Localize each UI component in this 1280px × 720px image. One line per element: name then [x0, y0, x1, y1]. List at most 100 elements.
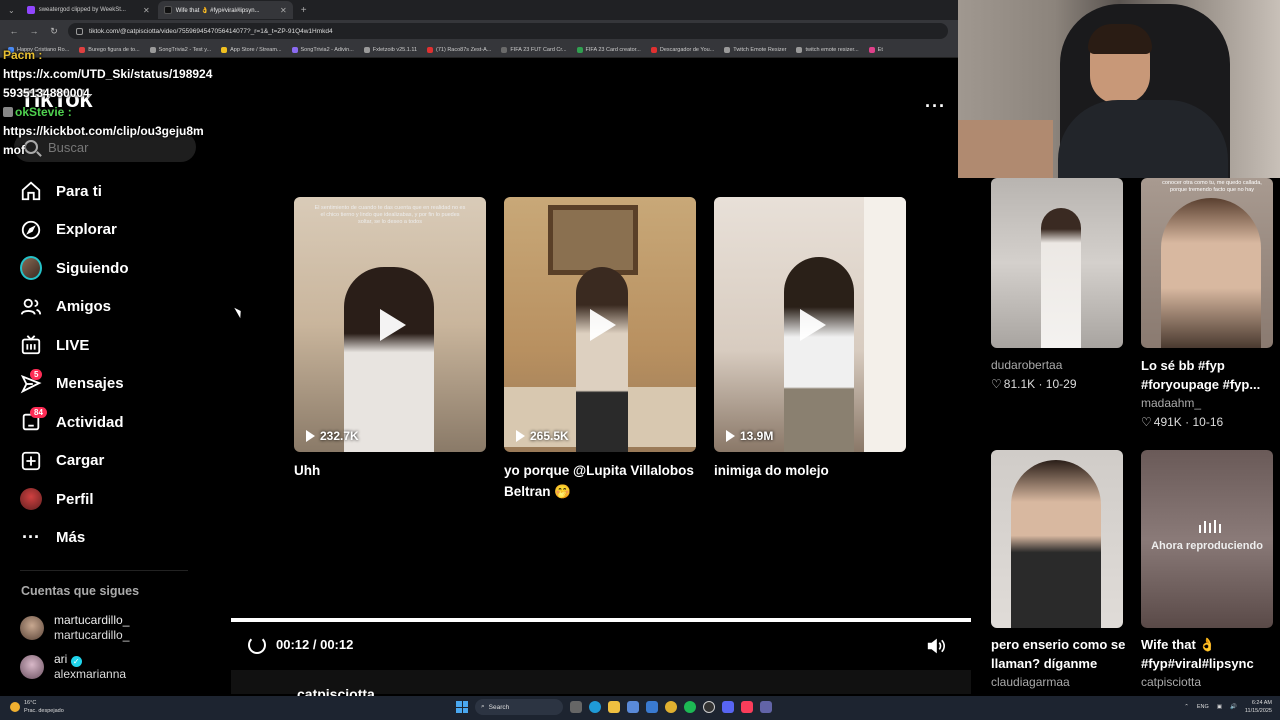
play-icon[interactable]	[590, 308, 616, 341]
bookmark-item[interactable]: Twitch Emote Resizer	[724, 46, 786, 53]
address-bar[interactable]: tiktok.com/@catpisciotta/video/755969454…	[68, 23, 948, 39]
language-indicator[interactable]: ENG	[1197, 704, 1209, 710]
more-options-icon[interactable]: ···	[925, 96, 946, 117]
bookmark-item[interactable]: FIFA 23 FUT Card Cr...	[501, 46, 567, 53]
sidebar-item-cargar[interactable]: Cargar	[20, 442, 200, 481]
tab-close-icon[interactable]: ✕	[280, 6, 287, 15]
sidebar-item-actividad[interactable]: 84 Actividad	[20, 403, 200, 442]
sidebar-item-para-ti[interactable]: Para ti	[20, 172, 200, 211]
replay-icon[interactable]	[248, 636, 266, 654]
bookmark-label: Et	[877, 46, 883, 53]
sidebar-item-siguiendo[interactable]: Siguiendo	[20, 249, 200, 288]
sidebar-item-label: Mensajes	[56, 375, 124, 393]
followed-account[interactable]: ari ✓ alexmarianna	[20, 652, 126, 682]
system-tray: ⌃ ENG ▣ 🔊 6:24 AM 11/15/2025	[1184, 699, 1272, 715]
clock-time: 6:24 AM	[1251, 700, 1272, 706]
suggested-video-title[interactable]: inimiga do molejo	[714, 460, 914, 481]
sidebar-item-amigos[interactable]: Amigos	[20, 288, 200, 327]
suggested-video-title[interactable]: Uhh	[294, 460, 494, 481]
bookmark-item[interactable]: (71) Raco87s Zest-A...	[427, 46, 492, 53]
recommended-video-thumbnail[interactable]	[991, 178, 1123, 348]
sidebar-item-explorar[interactable]: Explorar	[20, 211, 200, 250]
recommended-video-info[interactable]: Wife that 👌 #fyp#viral#lipsync catpiscio…	[1141, 635, 1280, 692]
tab-menu-chevron-icon[interactable]: ⌄	[4, 6, 19, 15]
recommended-video-thumbnail-now-playing[interactable]: Ahora reproduciendo	[1141, 450, 1273, 628]
site-info-icon[interactable]	[76, 27, 83, 35]
store-icon[interactable]	[627, 701, 639, 713]
bookmark-favicon-icon	[796, 46, 803, 53]
bookmark-label: Fxletzoib v25.1.11	[372, 46, 418, 53]
network-icon[interactable]: ▣	[1217, 704, 1222, 710]
reload-icon[interactable]: ↻	[48, 26, 60, 37]
recommended-author: madaahm_	[1141, 396, 1202, 410]
sidebar-item-live[interactable]: LIVE	[20, 326, 200, 365]
bookmark-item[interactable]: Descargador de You...	[650, 46, 714, 53]
bookmark-item[interactable]: Et	[868, 46, 883, 53]
volume-tray-icon[interactable]: 🔊	[1230, 704, 1237, 710]
chrome-icon[interactable]	[665, 701, 677, 713]
browser-tab-1[interactable]: sweatergod clipped by WeekSt... ✕	[21, 1, 156, 19]
view-count: 232.7K	[306, 429, 359, 443]
suggested-video-title[interactable]: yo porque @Lupita Villalobos Beltran 🤭	[504, 460, 704, 502]
forward-icon[interactable]: →	[28, 26, 40, 36]
task-view-icon[interactable]	[570, 701, 582, 713]
browser-toolbar: ← → ↻ tiktok.com/@catpisciotta/video/755…	[0, 20, 958, 42]
followed-account[interactable]: martucardillo_ martucardillo_	[20, 613, 129, 643]
post-date: 10-16	[1192, 415, 1224, 429]
sidebar-item-mas[interactable]: ··· Más	[20, 519, 200, 558]
bookmark-item[interactable]: Fxletzoib v25.1.11	[363, 46, 418, 53]
taskbar-search[interactable]: ⌕ Search	[475, 699, 563, 715]
account-handle: alexmarianna	[54, 667, 127, 681]
windows-start-icon[interactable]	[456, 701, 468, 713]
teams-icon[interactable]	[760, 701, 772, 713]
play-icon[interactable]	[380, 308, 406, 341]
mail-icon[interactable]	[646, 701, 658, 713]
video-thumbnail-figure	[784, 257, 854, 452]
volume-icon[interactable]	[926, 637, 946, 660]
windows-taskbar: 16°C Prac. despejado ⌕ Search ⌃ ENG ▣ 🔊 6:…	[0, 696, 1280, 720]
recommended-video-info[interactable]: Lo sé bb #fyp #foryoupage #fyp... madaah…	[1141, 356, 1280, 432]
sidebar-item-mensajes[interactable]: 5 Mensajes	[20, 365, 200, 404]
video-thumbnail-figure	[576, 267, 628, 452]
recommended-video-info[interactable]: pero enserio como se llaman? díganme cla…	[991, 635, 1131, 692]
weather-icon	[10, 702, 20, 712]
view-count-value: 13.9M	[740, 429, 774, 443]
suggested-video-card[interactable]: 265.5K	[504, 197, 696, 452]
video-thumbnail-figure	[1161, 198, 1261, 348]
views-play-icon	[726, 430, 735, 442]
play-icon[interactable]	[800, 308, 826, 341]
bookmark-label: (71) Raco87s Zest-A...	[436, 46, 492, 53]
edge-icon[interactable]	[589, 701, 601, 713]
clock[interactable]: 6:24 AM 11/15/2025	[1245, 699, 1272, 715]
bookmark-item[interactable]: twitch emote resizer...	[796, 46, 859, 53]
suggested-video-card[interactable]: 13.9M	[714, 197, 906, 452]
suggested-video-card[interactable]: El sentimiento de cuando te das cuenta q…	[294, 197, 486, 452]
music-app-icon[interactable]	[741, 701, 753, 713]
weather-widget[interactable]: 16°C Prac. despejado	[10, 699, 64, 715]
discord-icon[interactable]	[722, 701, 734, 713]
recommended-video-thumbnail[interactable]: conocer otra como tu, me quedo callada, …	[1141, 178, 1273, 348]
new-tab-icon[interactable]: +	[295, 5, 313, 16]
back-icon[interactable]: ←	[8, 26, 20, 36]
bookmark-item[interactable]: FIFA 23 Card creator...	[576, 46, 641, 53]
tab-favicon-icon	[26, 6, 35, 14]
recommended-video-info[interactable]: dudarobertaa ♡ 81.1K · 10-29	[991, 356, 1131, 394]
bookmark-favicon-icon	[868, 46, 875, 53]
obs-icon[interactable]	[703, 701, 715, 713]
spotify-icon[interactable]	[684, 701, 696, 713]
file-explorer-icon[interactable]	[608, 701, 620, 713]
video-progress-bar[interactable]	[231, 618, 971, 622]
tab-close-icon[interactable]: ✕	[143, 6, 150, 15]
sidebar-item-perfil[interactable]: Perfil	[20, 480, 200, 519]
bookmark-favicon-icon	[291, 46, 298, 53]
search-icon: ⌕	[481, 703, 485, 710]
browser-tab-2[interactable]: Wife that 👌 #fyp#viral#lipsyn... ✕	[157, 1, 293, 19]
video-thumbnail-figure	[344, 267, 434, 452]
bookmark-favicon-icon	[363, 46, 370, 53]
bookmark-item[interactable]: SongTrivia2 - Adivin...	[291, 46, 354, 53]
tray-overflow-icon[interactable]: ⌃	[1184, 704, 1189, 710]
recommended-video-thumbnail[interactable]	[991, 450, 1123, 628]
chat-username: okStevie :	[15, 105, 72, 119]
recommended-title: pero enserio como se llaman? díganme	[991, 637, 1126, 671]
bookmark-item[interactable]: App Store / Stream...	[221, 46, 282, 53]
